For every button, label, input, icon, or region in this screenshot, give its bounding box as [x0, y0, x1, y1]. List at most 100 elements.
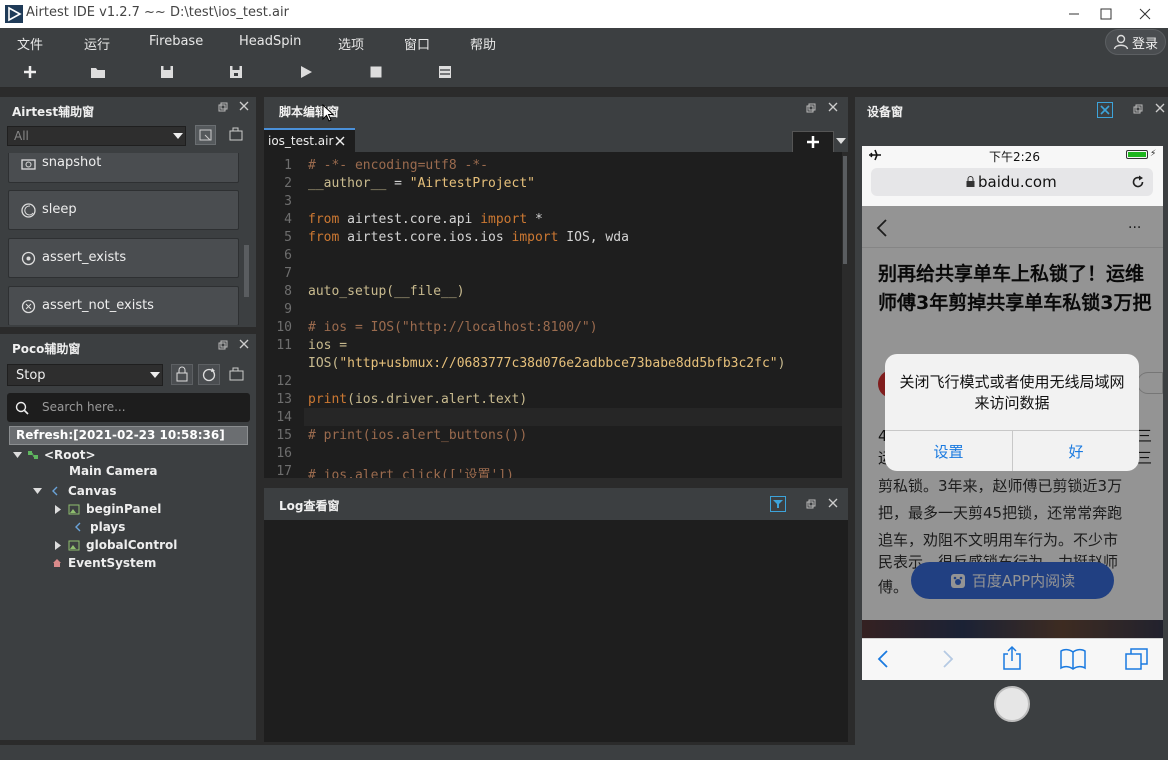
run-icon[interactable] — [296, 62, 316, 82]
open-folder-icon[interactable] — [88, 62, 108, 82]
report-icon[interactable] — [435, 62, 455, 82]
close-tab-icon[interactable] — [335, 136, 345, 146]
moon-icon — [21, 203, 36, 218]
close-panel-icon[interactable] — [239, 339, 249, 349]
menu-run[interactable]: 运行 — [84, 34, 110, 53]
home-button[interactable] — [994, 686, 1030, 722]
tools-icon[interactable] — [1097, 102, 1113, 118]
tree-node-begin-panel[interactable]: beginPanel — [54, 500, 161, 518]
login-button[interactable]: 登录 — [1105, 29, 1166, 55]
url-text: baidu.com — [978, 173, 1057, 191]
canvas-node-icon — [74, 522, 82, 532]
record-screen-button[interactable] — [195, 125, 216, 145]
airtest-logo-icon — [5, 5, 23, 23]
menu-window[interactable]: 窗口 — [404, 34, 430, 53]
stop-icon[interactable] — [366, 62, 386, 82]
tabs-icon[interactable] — [1125, 648, 1149, 670]
tree-node-plays[interactable]: plays — [74, 518, 125, 536]
log-content[interactable] — [264, 520, 848, 742]
code-editor[interactable]: 1 2 3 4 5 6 7 8 9 10 11 12 13 14 15 16 1… — [264, 152, 844, 478]
float-panel-icon[interactable] — [806, 103, 816, 113]
collapse-arrow-icon[interactable] — [54, 504, 62, 514]
status-bar — [0, 745, 1168, 760]
share-icon[interactable] — [1002, 645, 1022, 671]
menu-file[interactable]: 文件 — [17, 34, 43, 53]
airplane-icon — [868, 149, 882, 161]
refresh-timestamp: Refresh:[2021-02-23 10:58:36] — [9, 426, 248, 445]
lock-icon[interactable] — [171, 364, 193, 385]
tab-ios-test[interactable]: ios_test.air — [264, 128, 355, 152]
menu-firebase[interactable]: Firebase — [149, 34, 203, 49]
float-panel-icon[interactable] — [218, 340, 228, 350]
new-tab-button[interactable] — [792, 131, 834, 153]
record-camera-icon[interactable] — [226, 125, 247, 145]
line-number: 10 — [276, 320, 292, 335]
line-number: 11 — [276, 338, 292, 353]
new-file-icon[interactable] — [20, 62, 40, 82]
float-panel-icon[interactable] — [806, 499, 816, 509]
charging-icon: ⚡ — [1150, 149, 1157, 159]
alert-dialog: 关闭飞行模式或者使用无线局域网来访问数据 设置 好 — [885, 354, 1139, 471]
code-token: __author__ — [308, 176, 387, 191]
window-title: Airtest IDE v1.2.7 ~~ D:\test\ios_test.a… — [26, 5, 289, 20]
chevron-down-icon — [173, 133, 183, 140]
line-number: 14 — [276, 410, 292, 425]
line-number: 13 — [276, 392, 292, 407]
api-filter-select[interactable]: All — [7, 126, 186, 146]
reload-icon[interactable] — [1131, 175, 1145, 189]
tree-node-event-system[interactable]: EventSystem — [52, 554, 156, 572]
collapse-arrow-icon[interactable] — [54, 540, 62, 550]
record-camera-icon[interactable] — [226, 364, 248, 385]
alert-settings-button[interactable]: 设置 — [885, 431, 1012, 471]
float-panel-icon[interactable] — [218, 102, 228, 112]
api-item-assert-not-exists[interactable]: assert_not_exists — [8, 286, 239, 325]
close-window-button[interactable] — [1122, 0, 1168, 28]
expand-arrow-icon[interactable] — [33, 487, 42, 495]
save-as-icon[interactable] — [226, 62, 246, 82]
tree-node-label: plays — [90, 520, 126, 534]
api-item-label: sleep — [42, 202, 77, 217]
tree-node-main-camera[interactable]: Main Camera — [69, 464, 157, 482]
line-number: 6 — [284, 248, 292, 263]
tree-node-canvas[interactable]: Canvas — [33, 482, 117, 500]
forward-icon[interactable] — [942, 649, 954, 669]
tree-node-label: <Root> — [44, 448, 96, 462]
api-item-sleep[interactable]: sleep — [8, 190, 239, 230]
poco-search-input[interactable]: Search here... — [7, 393, 250, 422]
tree-node-root[interactable]: <Root> — [13, 446, 96, 464]
user-icon — [1113, 34, 1129, 50]
line-number: 16 — [276, 446, 292, 461]
api-item-assert-exists[interactable]: assert_exists — [8, 238, 239, 278]
chevron-down-icon — [150, 372, 160, 379]
save-icon[interactable] — [157, 62, 177, 82]
menu-headspin[interactable]: HeadSpin — [239, 34, 301, 49]
alert-ok-button[interactable]: 好 — [1013, 431, 1139, 471]
code-line: IOS("http+usbmux://0683777c38d076e2adbbc… — [308, 356, 785, 371]
code-token: IOS( — [308, 356, 340, 371]
close-panel-icon[interactable] — [239, 101, 249, 111]
code-line: # print(ios.alert_buttons()) — [308, 428, 528, 443]
filter-icon[interactable] — [770, 496, 786, 512]
line-number: 7 — [284, 266, 292, 281]
float-panel-icon[interactable] — [1133, 104, 1143, 114]
expand-arrow-icon[interactable] — [13, 451, 22, 459]
bookmarks-icon[interactable] — [1060, 648, 1086, 670]
api-list: snapshot sleep assert_exists assert_not_… — [0, 153, 256, 325]
back-icon[interactable] — [877, 649, 889, 669]
api-item-snapshot[interactable]: snapshot — [8, 153, 239, 183]
close-panel-icon[interactable] — [828, 498, 838, 508]
line-number: 15 — [276, 428, 292, 443]
close-panel-icon[interactable] — [828, 102, 838, 112]
code-scrollbar[interactable] — [843, 156, 847, 264]
tab-list-chevron-icon[interactable] — [836, 138, 846, 145]
poco-mode-select[interactable]: Stop — [7, 364, 163, 386]
close-panel-icon[interactable] — [1155, 103, 1165, 113]
line-number: 8 — [284, 284, 292, 299]
refresh-icon[interactable] — [198, 364, 220, 385]
menu-help[interactable]: 帮助 — [470, 34, 496, 53]
tree-node-global-control[interactable]: globalControl — [54, 536, 177, 554]
api-list-scrollbar[interactable] — [244, 245, 249, 297]
address-bar[interactable]: baidu.com — [871, 168, 1153, 196]
menu-options[interactable]: 选项 — [338, 34, 364, 53]
poco-mode-value: Stop — [16, 368, 46, 383]
